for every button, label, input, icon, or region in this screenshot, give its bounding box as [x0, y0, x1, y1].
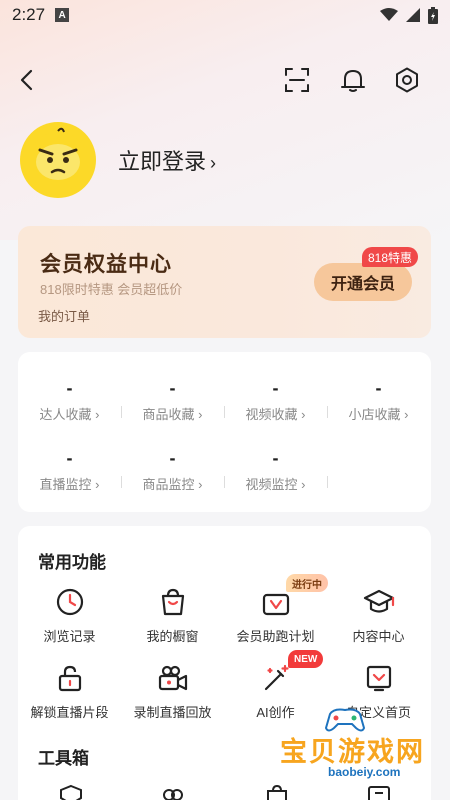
video-camera-icon — [121, 662, 224, 694]
func-content-center[interactable]: 内容中心 — [327, 586, 430, 645]
func-browse-history[interactable]: 浏览记录 — [18, 586, 121, 645]
unlock-icon — [18, 662, 121, 694]
bell-icon[interactable] — [333, 60, 373, 100]
vip-promo-badge: 818特惠 — [362, 247, 419, 267]
fav-label: 商品监控 › — [142, 477, 203, 492]
func-my-showcase[interactable]: 我的橱窗 — [121, 586, 224, 645]
fav-video[interactable]: - 视频收藏 › — [224, 378, 327, 423]
func-unlock-clips[interactable]: 解锁直播片段 — [18, 662, 121, 721]
fav-label: 视频收藏 › — [245, 407, 306, 422]
fav-value: - — [66, 378, 73, 398]
fav-value: - — [272, 378, 279, 398]
section-title-common: 常用功能 — [38, 553, 106, 572]
clock-icon — [18, 586, 121, 618]
open-vip-button[interactable]: 开通会员 — [314, 263, 412, 301]
watermark: 宝贝游戏网 baobeiy.com — [278, 706, 450, 796]
profile-row[interactable]: 立即登录 › — [20, 122, 430, 198]
func-label: 解锁直播片段 — [30, 705, 109, 720]
fav-label: 小店收藏 › — [348, 407, 409, 422]
in-progress-tag: 进行中 — [286, 574, 328, 592]
login-label: 立即登录 — [118, 149, 207, 174]
fav-label: 达人收藏 › — [39, 407, 100, 422]
section-title-toolbox: 工具箱 — [38, 749, 89, 768]
mascot-face-icon — [28, 127, 88, 192]
fav-label: 直播监控 › — [39, 477, 100, 492]
avatar[interactable] — [20, 122, 96, 198]
battery-icon — [428, 6, 438, 24]
monitor-product[interactable]: - 商品监控 › — [121, 448, 224, 493]
vip-card[interactable]: 会员权益中心 818限时特惠 会员超低价 我的订单 开通会员 818特惠 — [18, 226, 431, 338]
fav-value: - — [66, 448, 73, 468]
func-label: 内容中心 — [352, 629, 405, 644]
fav-label: 商品收藏 › — [142, 407, 203, 422]
top-bar — [0, 60, 450, 100]
fav-product[interactable]: - 商品收藏 › — [121, 378, 224, 423]
signal-icon — [406, 8, 420, 22]
fav-label: 视频监控 › — [245, 477, 306, 492]
toolbox-link-icon[interactable] — [160, 786, 186, 800]
fav-talent[interactable]: - 达人收藏 › — [18, 378, 121, 423]
vip-title: 会员权益中心 — [40, 253, 172, 276]
status-bar: 2:27 A — [0, 0, 450, 30]
fav-value: - — [169, 448, 176, 468]
wifi-icon — [380, 8, 398, 21]
watermark-url: baobeiy.com — [328, 765, 401, 779]
new-tag: NEW — [288, 650, 324, 668]
graduation-cap-icon — [327, 586, 430, 618]
scan-icon[interactable] — [277, 60, 317, 100]
func-vip-plan[interactable]: 会员助跑计划 — [224, 586, 327, 645]
chevron-right-icon: › — [210, 153, 217, 173]
monitor-live[interactable]: - 直播监控 › — [18, 448, 121, 493]
status-icons — [380, 6, 438, 24]
fav-value: - — [375, 378, 382, 398]
divider — [327, 476, 328, 488]
custom-home-icon — [327, 662, 430, 694]
fav-shop[interactable]: - 小店收藏 › — [327, 378, 430, 423]
header-background — [0, 0, 450, 240]
vip-subtitle: 818限时特惠 会员超低价 — [40, 282, 183, 297]
func-label: 录制直播回放 — [133, 705, 212, 720]
my-orders-link[interactable]: 我的订单 — [38, 306, 90, 325]
func-label: 我的橱窗 — [146, 629, 199, 644]
settings-icon[interactable] — [387, 60, 427, 100]
func-label: 会员助跑计划 — [236, 629, 315, 644]
func-record-replay[interactable]: 录制直播回放 — [121, 662, 224, 721]
status-time: 2:27 — [12, 5, 46, 24]
watermark-text: 宝贝游戏网 — [280, 737, 425, 767]
toolbox-shield-icon[interactable] — [58, 784, 84, 800]
shopping-bag-icon — [121, 586, 224, 618]
favorites-card: - 达人收藏 › - 商品收藏 › - 视频收藏 › - 小店收藏 › - 直播… — [18, 352, 431, 512]
login-link[interactable]: 立即登录 › — [118, 144, 216, 176]
monitor-video[interactable]: - 视频监控 › — [224, 448, 327, 493]
back-icon[interactable] — [8, 60, 48, 100]
fav-value: - — [272, 448, 279, 468]
status-indicator: A — [55, 8, 70, 22]
func-label: 浏览记录 — [43, 629, 96, 644]
fav-value: - — [169, 378, 176, 398]
